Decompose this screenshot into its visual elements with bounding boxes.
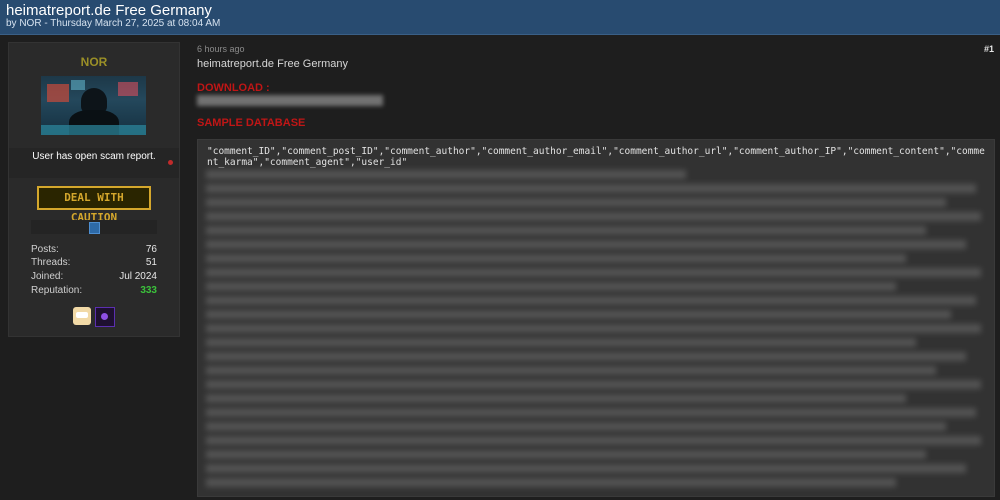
rank-badge-icon	[89, 222, 100, 234]
code-header-line: "comment_ID","comment_post_ID","comment_…	[207, 146, 985, 168]
blurred-code-line	[206, 394, 906, 403]
blurred-code-line	[206, 268, 981, 277]
blurred-code-line	[206, 310, 951, 319]
blurred-code-line	[206, 464, 966, 473]
thread-byline: by NOR - Thursday March 27, 2025 at 08:0…	[6, 18, 221, 29]
blurred-code-line	[206, 366, 936, 375]
blurred-code-line	[206, 436, 981, 445]
blurred-code-line	[206, 170, 686, 179]
blurred-code-line	[206, 478, 896, 487]
stat-label: Threads:	[31, 257, 71, 268]
blurred-code-line	[206, 408, 976, 417]
award-icon-orb	[101, 313, 108, 320]
blurred-code-line	[206, 282, 896, 291]
blurred-code-line	[206, 184, 976, 193]
avatar-neon-sign	[71, 80, 85, 90]
alert-dot-icon	[168, 160, 173, 165]
post-timestamp: 6 hours ago	[197, 44, 245, 54]
blurred-code-line	[206, 198, 946, 207]
blurred-code-line	[206, 380, 981, 389]
user-rank-bar	[31, 220, 157, 234]
sample-code-block[interactable]: "comment_ID","comment_post_ID","comment_…	[197, 139, 995, 497]
user-sidebar: NOR User has open scam report. DEAL WITH…	[8, 42, 180, 337]
blurred-code-line	[206, 352, 966, 361]
stat-reputation: Reputation: 333	[31, 285, 157, 298]
reputation-value-link[interactable]: 333	[140, 285, 157, 296]
stat-label: Joined:	[31, 271, 64, 282]
stat-label: Reputation:	[31, 285, 83, 296]
post-number-link[interactable]: #1	[984, 44, 994, 54]
stat-value: Jul 2024	[119, 271, 157, 282]
thread-header: heimatreport.de Free Germany by NOR - Th…	[0, 0, 1000, 35]
award-icon[interactable]	[95, 307, 115, 327]
download-heading: DOWNLOAD :	[197, 82, 270, 94]
blurred-code-line	[206, 338, 916, 347]
stat-label: Posts:	[31, 244, 59, 255]
sample-database-heading: SAMPLE DATABASE	[197, 117, 306, 129]
blurred-code-line	[206, 212, 981, 221]
stat-value: 51	[145, 257, 157, 268]
username-link[interactable]: NOR	[9, 55, 179, 69]
avatar[interactable]	[41, 76, 146, 135]
stat-value: 76	[145, 244, 157, 255]
blurred-code-line	[206, 450, 926, 459]
blurred-code-line	[206, 240, 966, 249]
stat-joined: Joined: Jul 2024	[31, 271, 157, 284]
avatar-neon-sign	[118, 82, 138, 96]
thread-title: heimatreport.de Free Germany	[6, 2, 212, 19]
post-title: heimatreport.de Free Germany	[197, 58, 349, 70]
blurred-code-line	[206, 296, 976, 305]
award-icon[interactable]	[73, 307, 91, 325]
blurred-code-line	[206, 254, 906, 263]
avatar-desk	[41, 125, 146, 135]
stat-posts: Posts: 76	[31, 244, 157, 257]
blurred-code-line	[206, 324, 981, 333]
blurred-code-line	[206, 422, 946, 431]
scam-report-notice[interactable]: User has open scam report.	[9, 148, 179, 178]
blurred-code-line	[206, 226, 926, 235]
award-icon-face	[76, 312, 88, 318]
download-link-hidden[interactable]	[197, 95, 383, 106]
stat-threads: Threads: 51	[31, 257, 157, 270]
avatar-neon-sign	[47, 84, 69, 102]
scam-report-text: User has open scam report.	[32, 151, 156, 162]
deal-with-caution-badge: DEAL WITH CAUTION	[37, 186, 151, 224]
